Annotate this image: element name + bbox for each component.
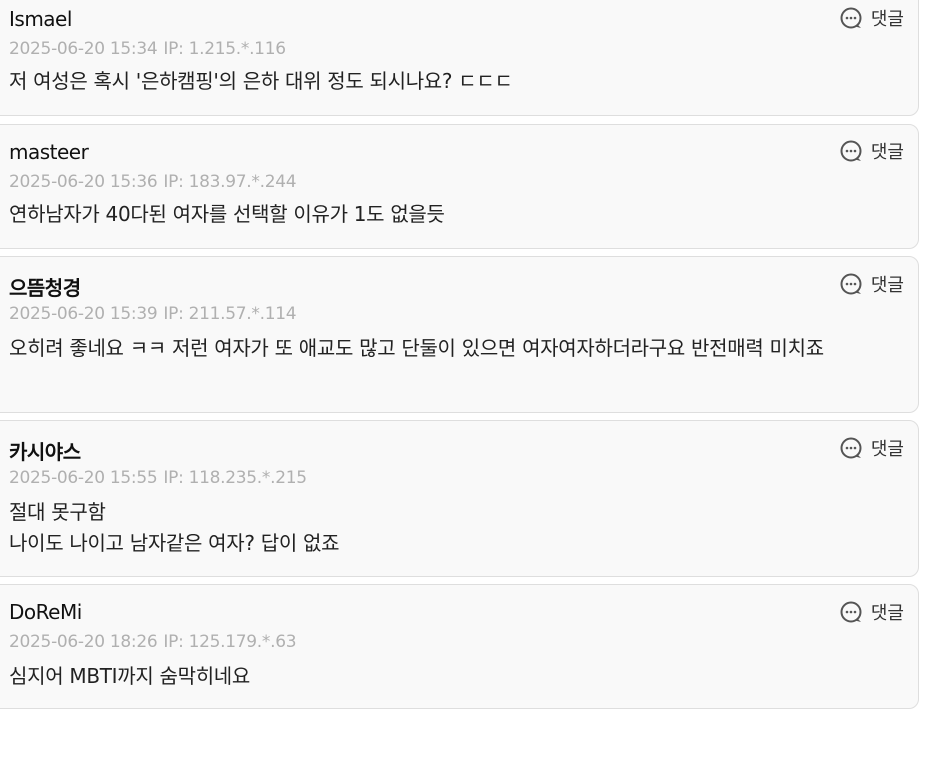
- comment-item: masteer 댓글 2025-06-20 15:36 IP: 183.97.*.…: [0, 124, 919, 249]
- comment-ip: IP: 1.215.*.116: [163, 39, 286, 59]
- speech-bubble-icon: [840, 273, 862, 295]
- comment-author[interactable]: 카시야스: [9, 436, 81, 465]
- comment-ip: IP: 125.179.*.63: [163, 632, 297, 652]
- comment-text-line: 오히려 좋네요 ㅋㅋ 저런 여자가 또 애교도 많고 단둘이 있으면 여자여자하…: [9, 336, 824, 360]
- comment-date: 2025-06-20 15:55: [9, 468, 158, 488]
- comment-meta: 2025-06-20 18:26 IP: 125.179.*.63: [9, 632, 297, 652]
- comment-author[interactable]: Ismael: [9, 7, 72, 31]
- reply-button[interactable]: 댓글: [839, 599, 904, 625]
- comment-item: Ismael 댓글 2025-06-20 15:34 IP: 1.215.*.11…: [0, 0, 919, 116]
- comment-ip: IP: 211.57.*.114: [163, 304, 297, 324]
- speech-bubble-icon: [840, 437, 862, 459]
- reply-button[interactable]: 댓글: [839, 138, 904, 164]
- comment-item: 으뜸청경 댓글 2025-06-20 15:39 IP: 211.57.*.114…: [0, 256, 919, 413]
- comment-item: DoReMi 댓글 2025-06-20 18:26 IP: 125.179.*.…: [0, 584, 919, 709]
- speech-bubble-icon: [840, 601, 862, 623]
- reply-label: 댓글: [870, 275, 904, 296]
- comment-meta: 2025-06-20 15:36 IP: 183.97.*.244: [9, 172, 297, 192]
- comment-text-line: 나이도 나이고 남자같은 여자? 답이 없죠: [9, 531, 340, 555]
- comment-author[interactable]: masteer: [9, 140, 89, 164]
- comment-text-line: 절대 못구함: [9, 500, 106, 524]
- comment-body: 절대 못구함 나이도 나이고 남자같은 여자? 답이 없죠: [9, 497, 900, 559]
- comment-text-line: 심지어 MBTI까지 숨막히네요: [9, 664, 251, 688]
- comment-date: 2025-06-20 15:39: [9, 304, 158, 324]
- reply-label: 댓글: [870, 142, 904, 163]
- comment-body: 연하남자가 40다된 여자를 선택할 이유가 1도 없을듯: [9, 199, 900, 230]
- comment-author[interactable]: 으뜸청경: [9, 272, 81, 301]
- comment-date: 2025-06-20 18:26: [9, 632, 158, 652]
- comment-author[interactable]: DoReMi: [9, 600, 82, 624]
- reply-button[interactable]: 댓글: [839, 435, 904, 461]
- reply-button[interactable]: 댓글: [839, 271, 904, 297]
- speech-bubble-icon: [840, 7, 862, 29]
- comment-meta: 2025-06-20 15:39 IP: 211.57.*.114: [9, 304, 297, 324]
- reply-button[interactable]: 댓글: [839, 5, 904, 31]
- comment-ip: IP: 118.235.*.215: [163, 468, 307, 488]
- comment-text-line: 저 여성은 혹시 '은하캠핑'의 은하 대위 정도 되시나요? ㄷㄷㄷ: [9, 69, 513, 93]
- comment-meta: 2025-06-20 15:55 IP: 118.235.*.215: [9, 468, 307, 488]
- comment-list: Ismael 댓글 2025-06-20 15:34 IP: 1.215.*.11…: [0, 0, 926, 762]
- comment-body: 심지어 MBTI까지 숨막히네요: [9, 661, 900, 692]
- comment-ip: IP: 183.97.*.244: [163, 172, 297, 192]
- comment-meta: 2025-06-20 15:34 IP: 1.215.*.116: [9, 39, 286, 59]
- comment-date: 2025-06-20 15:34: [9, 39, 158, 59]
- reply-label: 댓글: [870, 439, 904, 460]
- comment-text-line: 연하남자가 40다된 여자를 선택할 이유가 1도 없을듯: [9, 202, 445, 226]
- comment-date: 2025-06-20 15:36: [9, 172, 158, 192]
- reply-label: 댓글: [870, 603, 904, 624]
- comment-body: 저 여성은 혹시 '은하캠핑'의 은하 대위 정도 되시나요? ㄷㄷㄷ: [9, 66, 900, 97]
- speech-bubble-icon: [840, 140, 862, 162]
- comment-body: 오히려 좋네요 ㅋㅋ 저런 여자가 또 애교도 많고 단둘이 있으면 여자여자하…: [9, 333, 900, 364]
- comment-item: 카시야스 댓글 2025-06-20 15:55 IP: 118.235.*.21…: [0, 420, 919, 577]
- reply-label: 댓글: [870, 9, 904, 30]
